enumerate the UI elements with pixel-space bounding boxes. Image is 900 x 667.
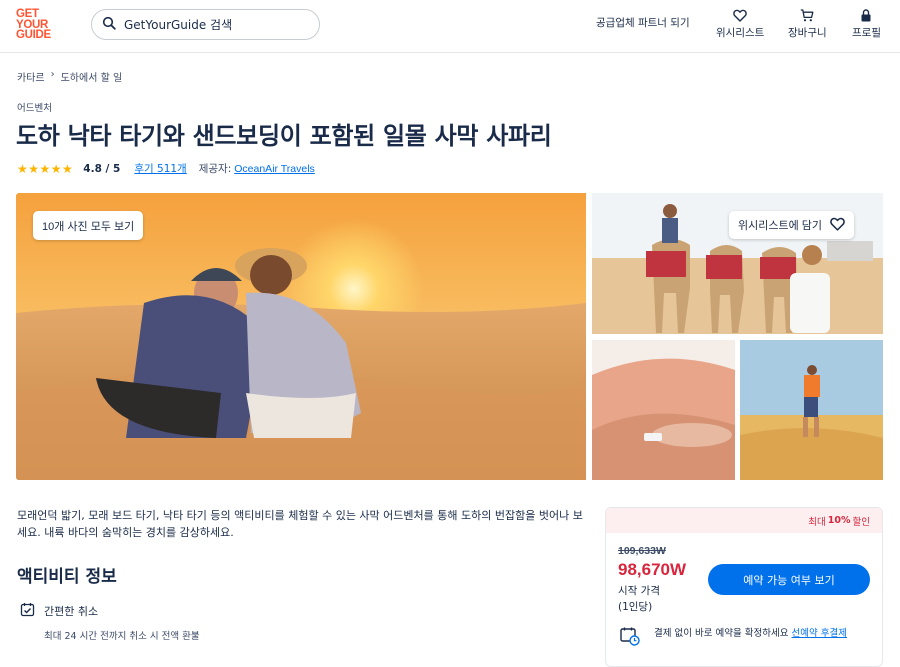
logo-line-1: GET [16, 8, 39, 20]
calendar-check-icon [20, 602, 35, 620]
reserve-now-pay-later-link[interactable]: 선예약 후결제 [791, 628, 846, 639]
page-title: 도하 낙타 타기와 샌드보딩이 포함된 일몰 사막 사파리 [16, 122, 552, 150]
nav-profile-label: 프로필 [852, 27, 881, 39]
discount-banner: 최대 10% 할인 [606, 508, 882, 533]
search-bar[interactable] [91, 9, 320, 40]
become-partner-link[interactable]: 공급업체 파트너 되기 [596, 15, 690, 30]
discount-value: 10% [827, 515, 851, 526]
sandboarding-photo[interactable] [740, 340, 883, 480]
provider-label: 제공자: [198, 163, 232, 175]
nav-cart-label: 장바구니 [788, 27, 827, 39]
activity-description: 모래언덕 밟기, 모래 보드 타기, 낙타 타기 등의 액티비티를 체험할 수 … [17, 509, 583, 539]
price-from-label: 시작 가격 [618, 585, 660, 597]
add-to-wishlist-label: 위시리스트에 담기 [738, 220, 823, 232]
reserve-text: 결제 없이 바로 예약을 확정하세요 선예약 후결제 [654, 626, 847, 651]
search-input[interactable] [124, 17, 304, 32]
logo-line-3: GUIDE [16, 29, 51, 41]
nav-profile[interactable]: 프로필 [852, 9, 881, 40]
free-cancellation-detail: 최대 24 시간 전까지 취소 시 전액 환불 [44, 631, 200, 642]
sale-price: 98,670W [618, 560, 687, 579]
provider-link[interactable]: OceanAir Travels [234, 163, 315, 175]
discount-prefix: 최대 [808, 516, 826, 528]
original-price: 109,633W [618, 545, 666, 557]
lock-icon [860, 9, 872, 22]
free-cancellation-title: 간편한 취소 [44, 605, 99, 618]
nav-wishlist-label: 위시리스트 [716, 27, 765, 39]
about-section-title: 액티비티 정보 [17, 567, 117, 587]
getyourguide-logo[interactable]: GET YOUR GUIDE [16, 9, 60, 41]
dune-bashing-photo[interactable] [592, 340, 735, 480]
heart-icon [830, 217, 845, 234]
rating-value: 4.8 / 5 [83, 162, 121, 175]
activity-category: 어드벤처 [17, 103, 52, 114]
breadcrumb-doha[interactable]: 도하에서 할 일 [61, 69, 123, 84]
breadcrumb: 카타르 › 도하에서 할 일 [17, 69, 122, 84]
price-per-person: (1인당) [618, 601, 653, 613]
reviews-link[interactable]: 후기 511개 [134, 161, 186, 176]
breadcrumb-separator: › [50, 69, 55, 80]
site-header: GET YOUR GUIDE 공급업체 파트너 되기 위시리스트 장바구니 프로… [0, 0, 900, 53]
nav-cart[interactable]: 장바구니 [788, 9, 827, 40]
rating-row: ★★★★★ 4.8 / 5 후기 511개 제공자: OceanAir Trav… [17, 161, 315, 176]
booking-card: 최대 10% 할인 109,633W 98,670W 시작 가격 (1인당) 예… [605, 507, 883, 667]
star-rating-icon: ★★★★★ [17, 161, 74, 176]
add-to-wishlist-button[interactable]: 위시리스트에 담기 [729, 211, 855, 239]
calendar-clock-icon [620, 626, 640, 651]
reserve-description: 결제 없이 바로 예약을 확정하세요 [654, 628, 789, 639]
discount-suffix: 할인 [852, 516, 870, 528]
heart-icon [733, 9, 747, 22]
reserve-now-pay-later: 결제 없이 바로 예약을 확정하세요 선예약 후결제 [620, 626, 870, 651]
free-cancellation-feature: 간편한 취소 [20, 602, 98, 620]
cart-icon [800, 9, 814, 22]
view-all-photos-button[interactable]: 10개 사진 모두 보기 [33, 211, 144, 240]
search-icon [102, 15, 116, 34]
nav-wishlist[interactable]: 위시리스트 [716, 9, 764, 40]
check-availability-button[interactable]: 예약 가능 여부 보기 [708, 564, 870, 595]
breadcrumb-qatar[interactable]: 카타르 [17, 69, 45, 84]
